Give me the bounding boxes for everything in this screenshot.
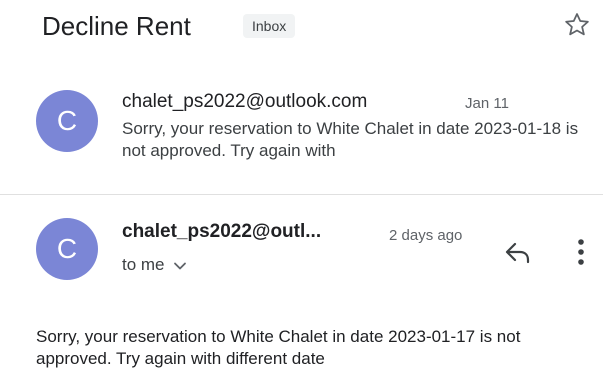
- more-vertical-icon: [578, 239, 584, 265]
- recipient-text: to me: [122, 255, 165, 274]
- sender-avatar[interactable]: C: [36, 90, 98, 152]
- collapsed-message[interactable]: C chalet_ps2022@outlook.com Jan 11 Sorry…: [0, 84, 603, 170]
- reply-arrow-icon: [505, 242, 530, 264]
- message-snippet: Sorry, your reservation to White Chalet …: [122, 119, 579, 160]
- message-date: Jan 11: [465, 95, 509, 112]
- chevron-down-icon[interactable]: [173, 255, 187, 277]
- message-date: 2 days ago: [389, 227, 463, 244]
- email-subject: Decline Rent: [42, 11, 191, 41]
- message-body: Sorry, your reservation to White Chalet …: [36, 327, 521, 368]
- sender-email: chalet_ps2022@outlook.com: [122, 91, 368, 112]
- inbox-label-chip[interactable]: Inbox: [243, 14, 296, 38]
- message-divider: [0, 194, 603, 195]
- reply-button[interactable]: [500, 234, 536, 270]
- recipient-details-toggle[interactable]: to me: [122, 254, 187, 277]
- thread-header: Decline Rent Inbox: [42, 8, 603, 48]
- star-icon[interactable]: [562, 10, 592, 40]
- expanded-message-header[interactable]: C chalet_ps2022@outl... 2 days ago to me: [0, 218, 603, 288]
- sender-avatar[interactable]: C: [36, 218, 98, 280]
- sender-email: chalet_ps2022@outl...: [122, 221, 322, 242]
- more-options-button[interactable]: [566, 234, 596, 270]
